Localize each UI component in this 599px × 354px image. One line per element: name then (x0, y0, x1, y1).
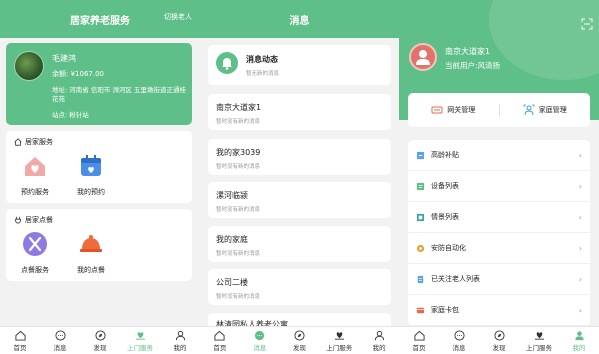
device-list-icon (416, 182, 425, 190)
station: 站点: 粉针站 (52, 111, 89, 119)
heart-hand-icon (534, 331, 544, 340)
tab-service[interactable]: 上门服务 (319, 327, 359, 354)
followed-list-icon (417, 275, 424, 283)
mine-screen: 南京大道家1 当前用户:风清扬 网关管理 家庭管理 高龄补贴 › 设备列表 › … (399, 0, 599, 354)
tab-bar: 首页 消息 发现 上门服务 我的 (0, 326, 200, 354)
heart-hand-icon (334, 331, 344, 340)
elder-profile-card[interactable]: 毛建鸿 余额: ¥1067.00 地址: 河南省 信阳市 浉河区 五里墩街道正通… (6, 43, 192, 125)
message-screen: 消息 消息动态 暂无新的消息 南京大道家1 暂时没有新的消息 我的家3039 暂… (200, 0, 399, 354)
my-meal-order-button[interactable]: 我的点餐 (66, 231, 116, 275)
home-service-heading: 居家服务 (14, 137, 53, 147)
menu-item-elder-subsidy[interactable]: 高龄补贴 › (408, 140, 590, 171)
gateway-icon (431, 106, 443, 114)
chevron-right-icon: › (578, 150, 582, 160)
compass-icon (94, 329, 106, 341)
plug-icon (15, 216, 21, 224)
heart-hand-icon (135, 331, 145, 340)
chevron-right-icon: › (578, 243, 582, 253)
home-icon (14, 330, 26, 341)
list-item[interactable]: 公司二楼 暂时没有新的消息 (208, 269, 391, 305)
home-icon (413, 330, 425, 341)
chevron-right-icon: › (578, 305, 582, 315)
tab-message[interactable]: 消息 (439, 327, 479, 354)
tab-discover[interactable]: 发现 (479, 327, 519, 354)
tab-home[interactable]: 首页 (200, 327, 240, 354)
tab-mine[interactable]: 我的 (559, 327, 599, 354)
home-icon (214, 330, 225, 341)
menu-item-scene-list[interactable]: 情景列表 › (408, 202, 590, 233)
family-icon (523, 104, 535, 116)
message-feed-sub: 暂无新的消息 (246, 71, 280, 77)
chevron-right-icon: › (578, 212, 582, 222)
compass-icon (294, 329, 305, 341)
message-feed-title: 消息动态 (246, 55, 278, 64)
user-icon (574, 330, 584, 340)
current-user: 当前用户:风清扬 (445, 61, 501, 70)
subsidy-icon (416, 151, 425, 159)
menu-item-security-automation[interactable]: 安防自动化 › (408, 233, 590, 264)
calendar-heart-icon (81, 155, 101, 176)
address: 地址: 河南省 信阳市 浉河区 五里墩街道正通桂花苑 (52, 86, 186, 103)
tab-service[interactable]: 上门服务 (519, 327, 559, 354)
top-bar: 居家养老服务 切换老人 (0, 0, 200, 38)
chevron-right-icon: › (578, 274, 582, 284)
tab-home[interactable]: 首页 (0, 327, 40, 354)
chat-icon (453, 329, 465, 341)
tab-message[interactable]: 消息 (240, 327, 280, 354)
heart-house-icon (25, 157, 45, 176)
home-service-screen: 居家养老服务 切换老人 毛建鸿 余额: ¥1067.00 地址: 河南省 信阳市… (0, 0, 200, 354)
family-management-button[interactable]: 家庭管理 (500, 104, 591, 116)
chat-icon (54, 329, 66, 341)
chat-icon (255, 330, 265, 340)
book-service-button[interactable]: 预约服务 (10, 153, 60, 197)
utensils-icon (23, 232, 47, 256)
tab-home[interactable]: 首页 (399, 327, 439, 354)
bell-badge (216, 52, 238, 74)
elder-name: 毛建鸿 (52, 54, 76, 63)
menu-item-device-list[interactable]: 设备列表 › (408, 171, 590, 202)
security-icon (416, 244, 425, 252)
cloche-icon (80, 235, 102, 252)
menu-item-family-card-wallet[interactable]: 家庭卡包 › (408, 295, 590, 326)
tab-bar: 首页 消息 发现 上门服务 我的 (399, 326, 599, 354)
balance: 余额: ¥1067.00 (52, 70, 104, 78)
compass-icon (493, 329, 505, 341)
management-card: 网关管理 家庭管理 (408, 93, 590, 127)
tab-discover[interactable]: 发现 (280, 327, 320, 354)
list-item[interactable]: 南京大道家1 暂时没有新的消息 (208, 94, 391, 130)
list-item[interactable]: 漯河临颍 暂时没有新的消息 (208, 182, 391, 218)
message-feed-card[interactable]: 消息动态 暂无新的消息 (208, 45, 391, 85)
tab-bar: 首页 消息 发现 上门服务 我的 (200, 326, 399, 354)
avatar[interactable] (409, 43, 437, 71)
list-item[interactable]: 我的家庭 暂时没有新的消息 (208, 226, 391, 262)
scene-list-icon (416, 213, 425, 221)
meal-heading: 居家点餐 (14, 215, 53, 225)
chevron-right-icon: › (578, 181, 582, 191)
order-meal-button[interactable]: 点餐服务 (10, 231, 60, 275)
menu-item-followed-elders[interactable]: 已关注老人列表 › (408, 264, 590, 295)
user-icon (416, 50, 430, 65)
list-item[interactable]: 我的家3039 暂时没有新的消息 (208, 139, 391, 175)
bell-icon (222, 58, 232, 70)
top-bar: 消息 (200, 0, 399, 38)
gateway-management-button[interactable]: 网关管理 (408, 105, 499, 115)
card-wallet-icon (416, 307, 425, 313)
home-name: 南京大道家1 (445, 47, 491, 56)
home-service-card: 居家服务 预约服务 我的预约 (6, 131, 192, 203)
meal-card: 居家点餐 点餐服务 我的点餐 (6, 209, 192, 281)
tab-mine[interactable]: 我的 (160, 327, 200, 354)
switch-elder-button[interactable]: 切换老人 (164, 12, 192, 22)
house-icon (14, 138, 22, 146)
tab-mine[interactable]: 我的 (359, 327, 399, 354)
page-title: 消息 (289, 16, 310, 27)
user-icon (175, 330, 185, 340)
settings-menu: 高龄补贴 › 设备列表 › 情景列表 › 安防自动化 › 已关注老人列表 › 家… (408, 140, 590, 326)
user-icon (374, 330, 384, 340)
scan-icon[interactable] (581, 18, 593, 30)
tab-service[interactable]: 上门服务 (120, 327, 160, 354)
tab-message[interactable]: 消息 (40, 327, 80, 354)
tab-discover[interactable]: 发现 (80, 327, 120, 354)
avatar (14, 51, 44, 81)
my-booking-button[interactable]: 我的预约 (66, 153, 116, 197)
